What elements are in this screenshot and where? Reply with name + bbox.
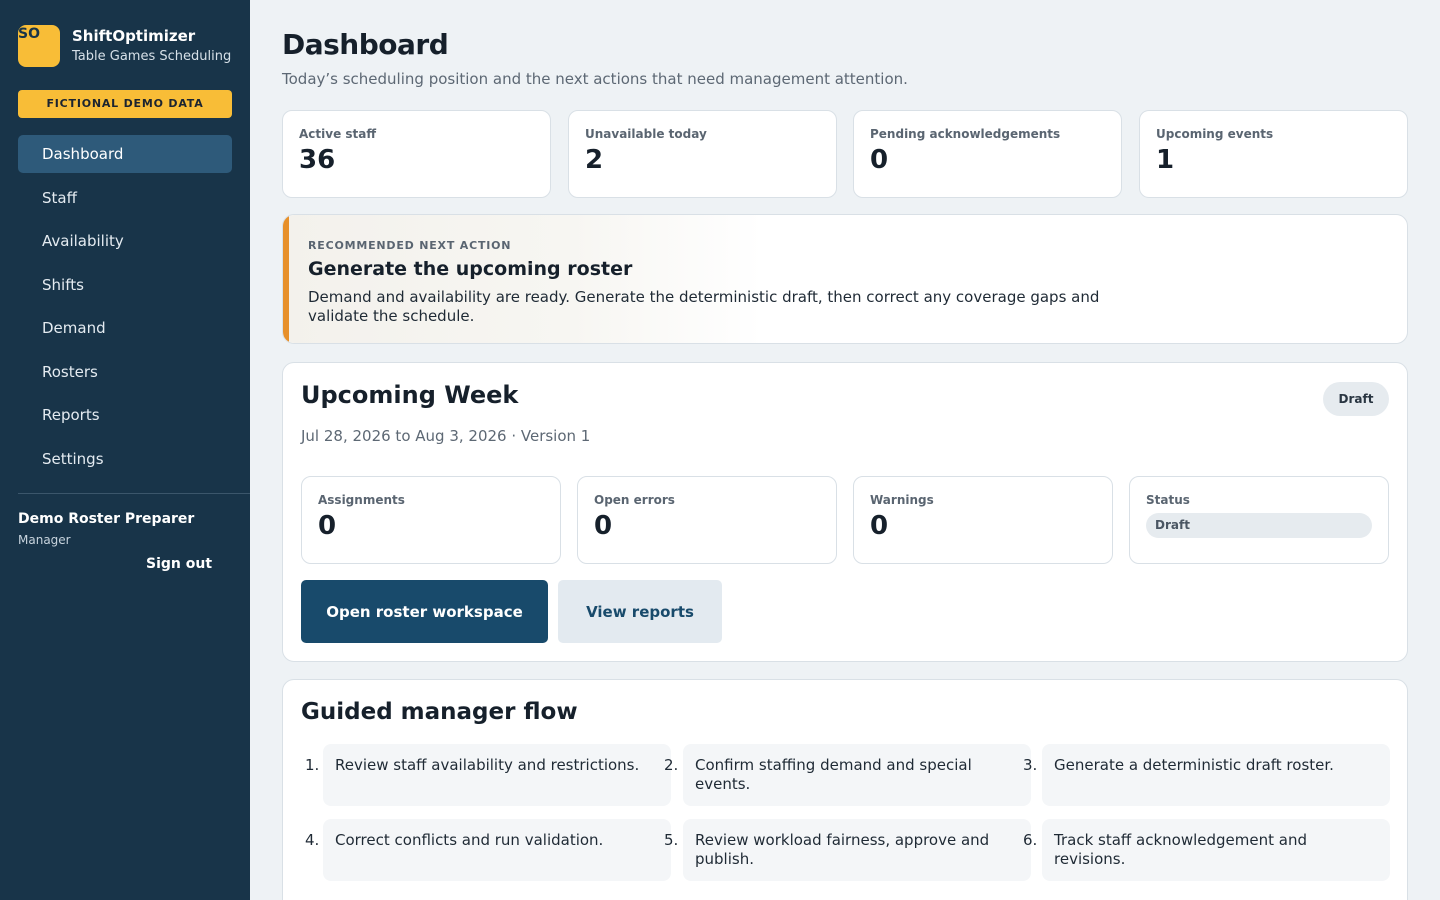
flow-step: Generate a deterministic draft roster.	[1042, 744, 1390, 806]
sign-out-button[interactable]: Sign out	[146, 556, 212, 572]
sidebar-item-staff[interactable]: Staff	[18, 179, 232, 217]
flow-title: Guided manager flow	[301, 699, 578, 725]
brand-name: ShiftOptimizer	[72, 27, 196, 45]
metric-value: 0	[870, 511, 889, 541]
metric-warnings: Warnings 0	[853, 476, 1113, 564]
sidebar-item-demand[interactable]: Demand	[18, 309, 232, 347]
stat-card-pending-acknowledgements: Pending acknowledgements 0	[853, 110, 1122, 198]
sidebar-item-dashboard[interactable]: Dashboard	[18, 135, 232, 173]
page-title: Dashboard	[282, 28, 449, 61]
stat-label: Pending acknowledgements	[870, 127, 1061, 141]
flow-step-number: 1.	[305, 756, 320, 774]
metric-open-errors: Open errors 0	[577, 476, 837, 564]
brand-subtitle: Table Games Scheduling	[72, 49, 232, 64]
sidebar-nav: Dashboard Staff Availability Shifts Dema…	[18, 135, 232, 483]
guided-manager-flow-card: Guided manager flow 1. Review staff avai…	[282, 679, 1408, 900]
flow-step-number: 6.	[1023, 831, 1038, 849]
stat-value: 0	[870, 145, 889, 175]
flow-step: Review workload fairness, approve and pu…	[683, 819, 1031, 881]
stat-card-unavailable-today: Unavailable today 2	[568, 110, 837, 198]
week-title: Upcoming Week	[301, 381, 519, 409]
brand-initials: SO	[18, 26, 40, 42]
sidebar: SO ShiftOptimizer Table Games Scheduling…	[0, 0, 250, 900]
metric-status: Status Draft	[1129, 476, 1389, 564]
metric-value: 0	[318, 511, 337, 541]
sidebar-divider	[18, 493, 250, 494]
flow-step: Confirm staffing demand and special even…	[683, 744, 1031, 806]
brand-logo-icon: SO	[18, 25, 60, 67]
sidebar-item-settings[interactable]: Settings	[18, 440, 232, 478]
metric-label: Warnings	[870, 493, 934, 507]
stat-card-active-staff: Active staff 36	[282, 110, 551, 198]
page-subtitle: Today’s scheduling position and the next…	[282, 70, 908, 88]
metric-label: Open errors	[594, 493, 675, 507]
sidebar-item-shifts[interactable]: Shifts	[18, 266, 232, 304]
metric-assignments: Assignments 0	[301, 476, 561, 564]
open-roster-workspace-button[interactable]: Open roster workspace	[301, 580, 548, 643]
flow-step: Correct conflicts and run validation.	[323, 819, 671, 881]
sidebar-item-availability[interactable]: Availability	[18, 222, 232, 260]
stat-value: 2	[585, 145, 604, 175]
metric-label: Status	[1146, 493, 1190, 507]
flow-step-number: 4.	[305, 831, 320, 849]
user-name: Demo Roster Preparer	[18, 511, 195, 527]
stat-card-upcoming-events: Upcoming events 1	[1139, 110, 1408, 198]
sidebar-item-rosters[interactable]: Rosters	[18, 353, 232, 391]
flow-step: Review staff availability and restrictio…	[323, 744, 671, 806]
week-status-badge: Draft	[1323, 382, 1389, 416]
stat-value: 1	[1156, 145, 1175, 175]
recommendation-body: Demand and availability are ready. Gener…	[308, 288, 1100, 325]
demo-data-badge: FICTIONAL DEMO DATA	[18, 90, 232, 118]
flow-step-number: 2.	[664, 756, 679, 774]
upcoming-week-card: Upcoming Week Draft Jul 28, 2026 to Aug …	[282, 362, 1408, 662]
flow-step: Track staff acknowledgement and revision…	[1042, 819, 1390, 881]
metric-label: Assignments	[318, 493, 405, 507]
recommended-action-card: RECOMMENDED NEXT ACTION Generate the upc…	[282, 214, 1408, 344]
recommendation-accent-bar	[283, 215, 289, 343]
user-role: Manager	[18, 533, 71, 547]
stat-label: Active staff	[299, 127, 377, 141]
stat-label: Unavailable today	[585, 127, 707, 141]
status-pill: Draft	[1146, 513, 1372, 538]
stat-value: 36	[299, 145, 336, 175]
flow-step-number: 5.	[664, 831, 679, 849]
metric-value: 0	[594, 511, 613, 541]
brand[interactable]: SO ShiftOptimizer Table Games Scheduling	[18, 25, 231, 67]
stat-label: Upcoming events	[1156, 127, 1274, 141]
recommendation-title: Generate the upcoming roster	[308, 258, 633, 280]
view-reports-button[interactable]: View reports	[558, 580, 722, 643]
sidebar-item-reports[interactable]: Reports	[18, 396, 232, 434]
week-date-range: Jul 28, 2026 to Aug 3, 2026 · Version 1	[301, 427, 591, 445]
recommendation-kicker: RECOMMENDED NEXT ACTION	[308, 239, 512, 252]
flow-step-number: 3.	[1023, 756, 1038, 774]
